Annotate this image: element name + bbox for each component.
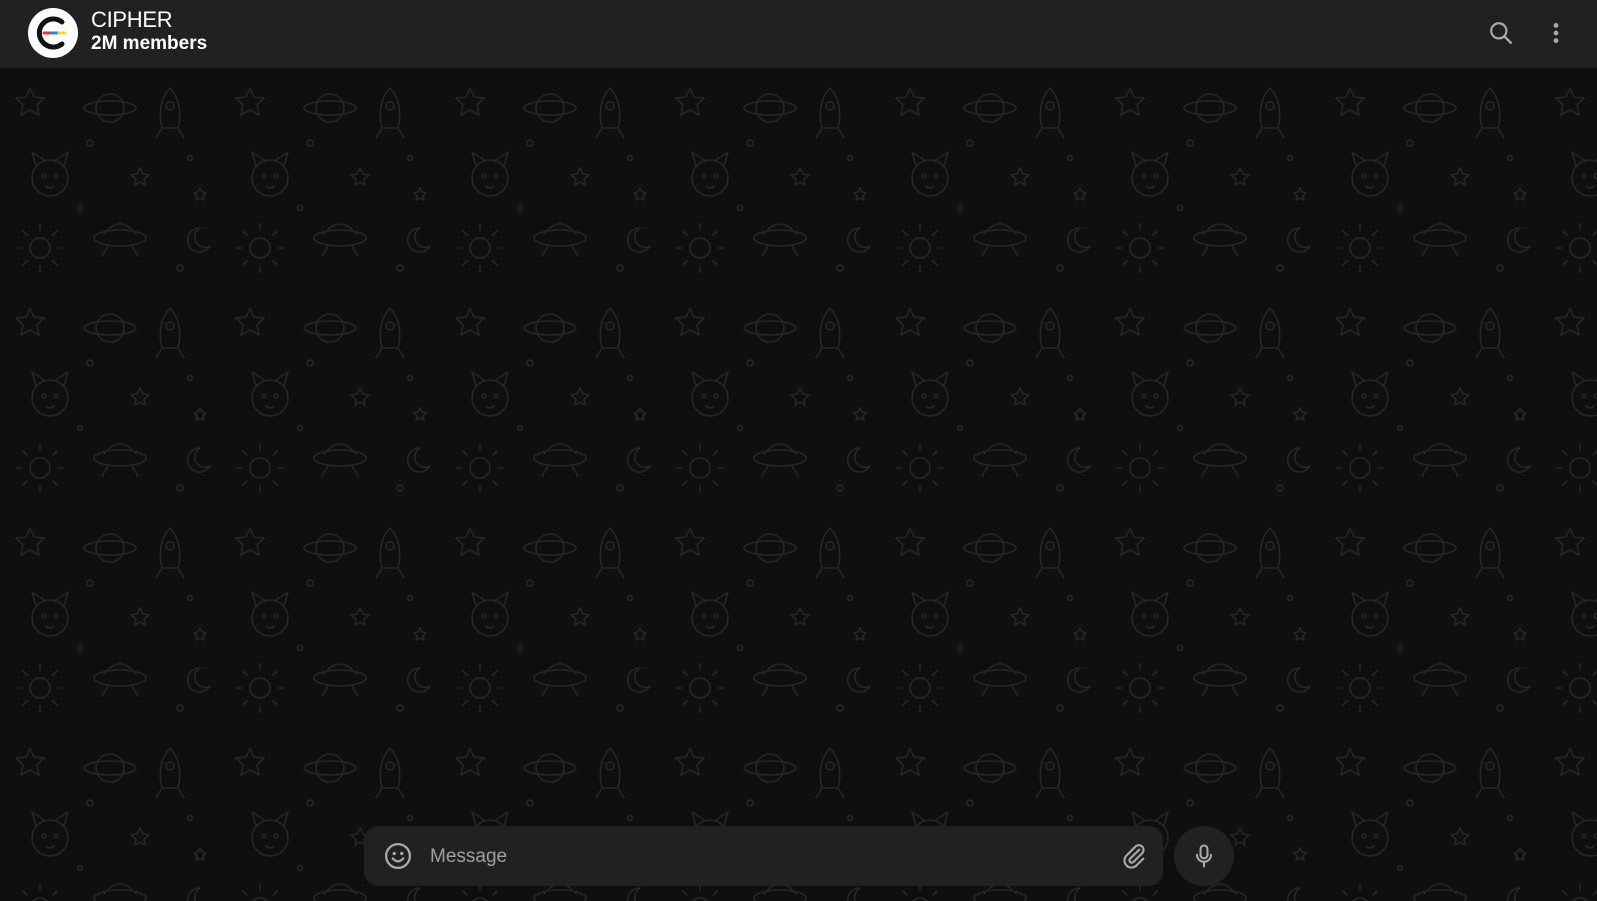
emoji-button[interactable] [382,840,414,872]
search-icon [1490,22,1512,44]
smiley-icon [385,843,411,869]
channel-avatar[interactable] [28,8,78,58]
cipher-logo-icon [36,16,67,50]
message-input[interactable] [428,840,1082,874]
more-vertical-icon [1553,23,1559,43]
paperclip-icon [1123,844,1145,869]
voice-message-button[interactable] [1174,826,1234,886]
chat-info[interactable]: CIPHER 2M members [91,7,208,54]
more-options-button[interactable] [1537,14,1575,52]
chat-title: CIPHER [91,7,173,32]
chat-background [0,68,1597,901]
chat-header: CIPHER 2M members [0,0,1597,68]
microphone-icon [1195,844,1213,868]
message-composer [364,826,1163,886]
member-count: 2M members [91,33,208,54]
doodle-pattern [0,68,1597,901]
search-button[interactable] [1482,14,1520,52]
attach-button[interactable] [1118,840,1150,872]
telegram-chat-window: CIPHER 2M members [0,0,1597,901]
